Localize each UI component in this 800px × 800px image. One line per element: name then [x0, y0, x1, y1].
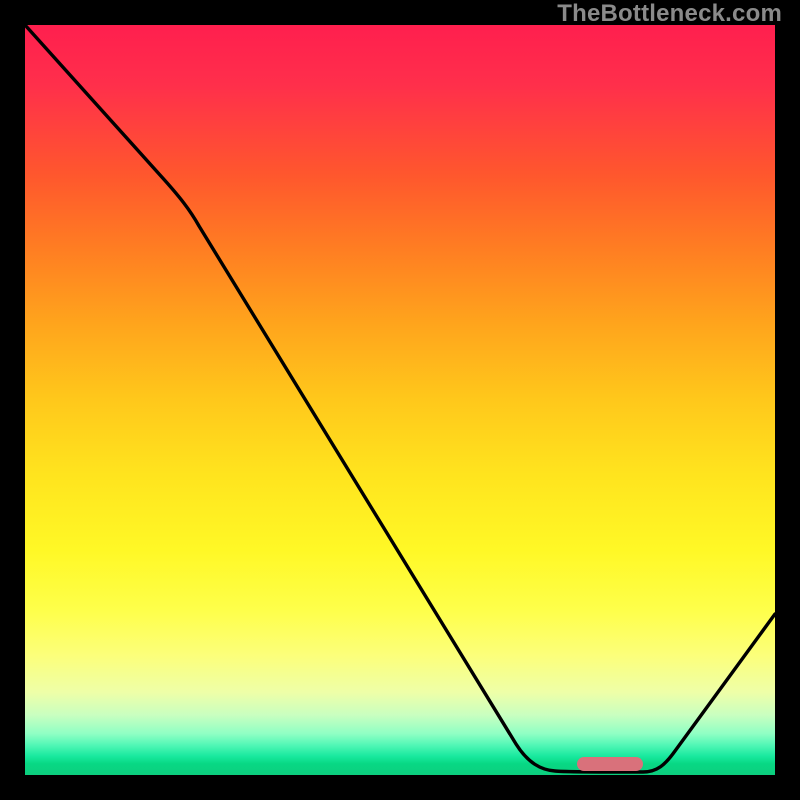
chart-line-path	[25, 25, 775, 772]
chart-line-svg	[25, 25, 775, 775]
chart-plot-area	[25, 25, 775, 775]
watermark-text: TheBottleneck.com	[557, 0, 782, 28]
chart-minimum-marker	[577, 757, 643, 771]
